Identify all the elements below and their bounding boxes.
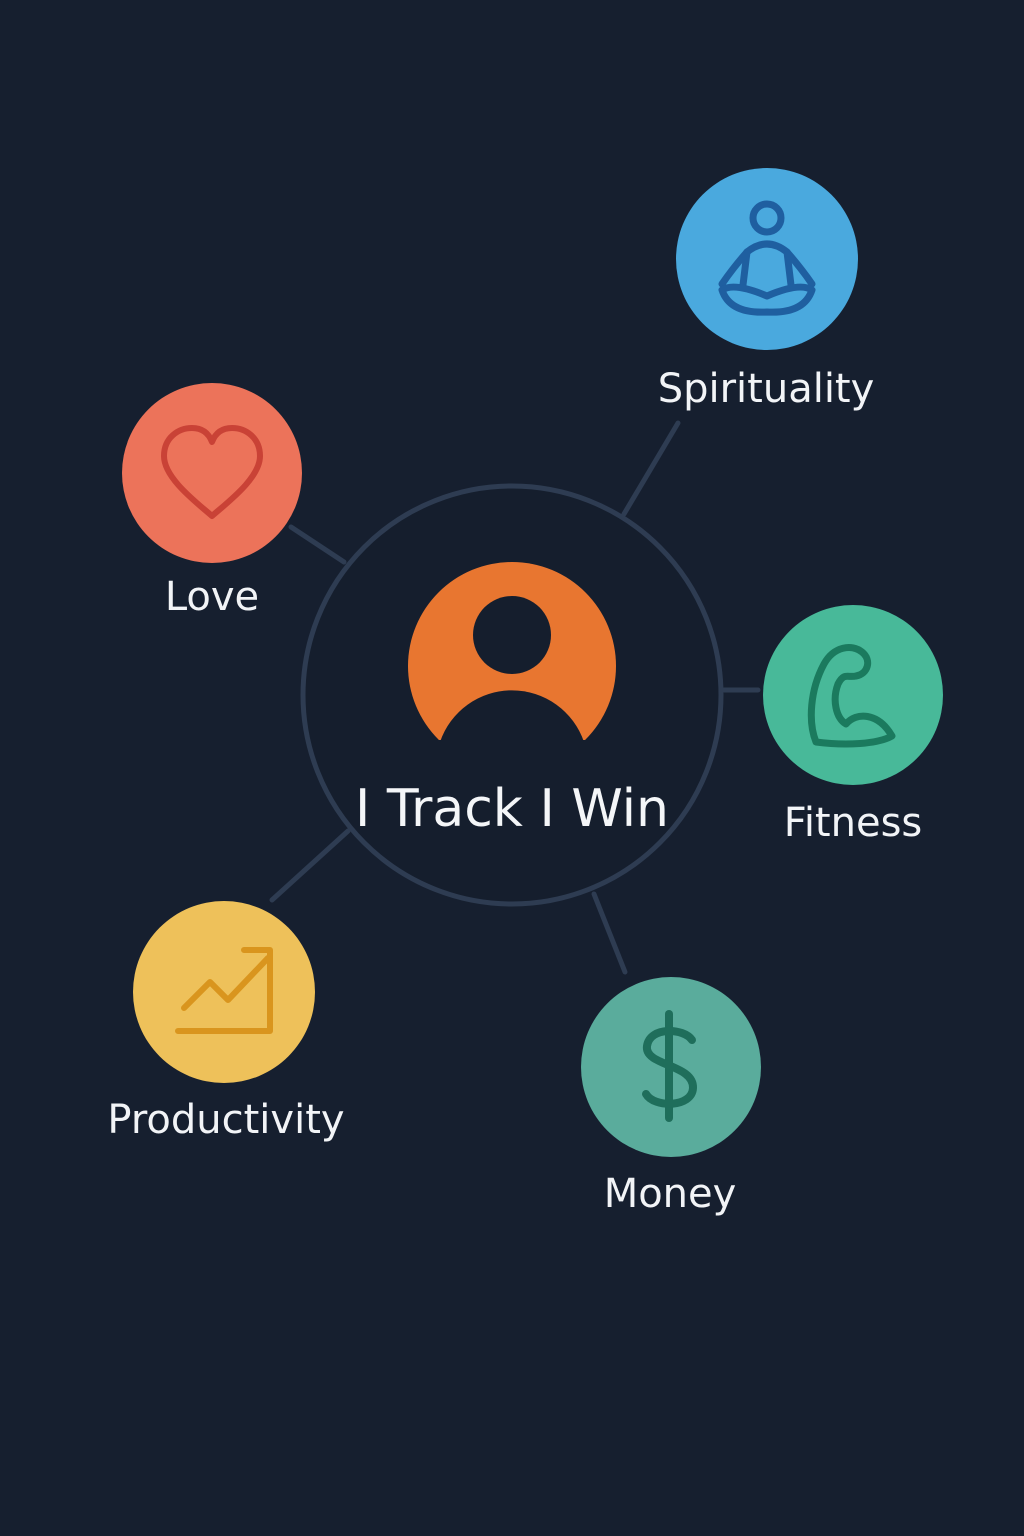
fitness-circle [763, 605, 943, 785]
spirituality-circle [676, 168, 858, 350]
label-productivity: Productivity [107, 1097, 344, 1143]
node-productivity: Productivity [107, 901, 345, 1143]
connector-love [288, 524, 347, 565]
label-fitness: Fitness [784, 800, 923, 846]
connector-money [591, 891, 628, 975]
label-spirituality: Spirituality [658, 366, 875, 412]
life-areas-diagram: I Track I Win Spirituality Love Fitness … [107, 168, 943, 1217]
node-love: Love [122, 383, 302, 620]
hub-title: I Track I Win [355, 779, 669, 839]
connector-spirituality [621, 420, 681, 517]
node-spirituality: Spirituality [658, 168, 875, 412]
user-avatar-icon [408, 562, 616, 742]
diagram-canvas: I Track I Win Spirituality Love Fitness … [0, 0, 1024, 1536]
label-money: Money [604, 1171, 737, 1217]
node-fitness: Fitness [763, 605, 943, 846]
love-circle [122, 383, 302, 563]
node-money: Money [581, 977, 761, 1217]
label-love: Love [165, 574, 259, 620]
connector-productivity [269, 828, 351, 903]
hub: I Track I Win [300, 483, 724, 907]
